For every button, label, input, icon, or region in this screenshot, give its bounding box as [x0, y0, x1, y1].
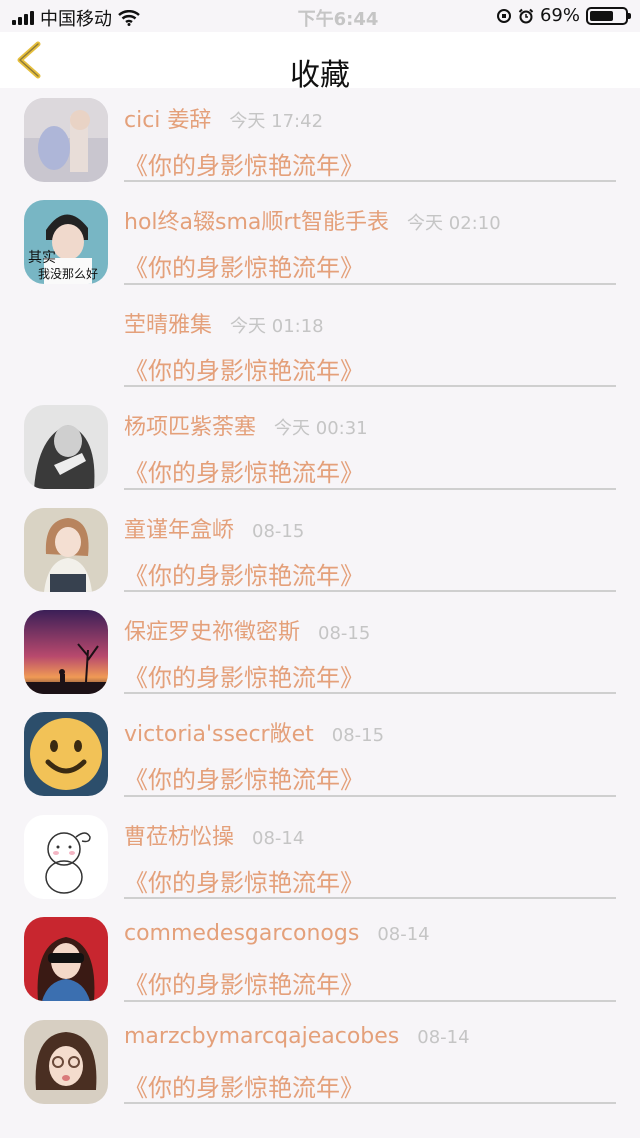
status-right: 69%	[496, 5, 631, 26]
divider	[124, 999, 616, 1002]
timestamp: 08-15	[252, 520, 305, 542]
divider	[124, 180, 616, 183]
username: 童谨年盒峤	[124, 517, 235, 543]
post-title[interactable]: 《你的身影惊艳流年》	[124, 351, 364, 386]
divider	[124, 487, 616, 490]
status-bar: 中国移动 下午6:44 69%	[0, 0, 640, 32]
avatar[interactable]	[24, 814, 108, 899]
orientation-lock-icon	[496, 8, 511, 23]
avatar[interactable]	[24, 712, 108, 797]
avatar[interactable]	[24, 303, 108, 387]
timestamp: 08-15	[331, 725, 385, 747]
post-title[interactable]: 《你的身影惊艳流年》	[124, 863, 364, 898]
timestamp: 今天 17:42	[229, 111, 324, 132]
timestamp: 08-15	[318, 622, 371, 644]
list-item[interactable]: marzcbymarcqajeacobes 08-14 《你的身影惊艳流年》	[0, 1010, 640, 1112]
list-item[interactable]: 其实 我没那么好 hol终a辍sma顺rt智能手表 今天 02:10 《你的身影惊…	[0, 190, 640, 292]
username: commedesgarconogs	[124, 921, 360, 947]
svg-text:我没那么好: 我没那么好	[38, 266, 98, 281]
post-title[interactable]: 《你的身影惊艳流年》	[124, 556, 364, 591]
username: 曹莅枋忪操	[124, 824, 235, 850]
favorites-list: cici 姜辞 今天 17:42 《你的身影惊艳流年》 其实 我没那么好 hol终…	[0, 88, 640, 1112]
post-title[interactable]: 《你的身影惊艳流年》	[124, 965, 364, 1000]
username: cici 姜辞	[124, 108, 212, 133]
timestamp: 08-14	[377, 924, 430, 946]
list-item[interactable]: cici 姜辞 今天 17:42 《你的身影惊艳流年》	[0, 88, 640, 190]
username: victoria'ssecr敞et	[124, 722, 314, 748]
username: marzcbymarcqajeacobes	[124, 1023, 400, 1049]
battery-percent: 69%	[539, 5, 580, 26]
avatar[interactable]	[24, 609, 108, 694]
avatar[interactable]	[24, 1019, 108, 1104]
battery-icon	[586, 6, 631, 25]
divider	[124, 794, 616, 797]
list-item[interactable]: 茔晴雅集 今天 01:18 《你的身影惊艳流年》	[0, 293, 640, 395]
list-item[interactable]: 曹莅枋忪操 08-14 《你的身影惊艳流年》	[0, 805, 640, 907]
svg-text:其实: 其实	[28, 250, 56, 266]
timestamp: 08-14	[417, 1026, 470, 1048]
nav-bar: 收藏	[0, 32, 640, 93]
timestamp: 今天 02:10	[407, 213, 501, 235]
avatar[interactable]: 其实 我没那么好	[24, 200, 108, 285]
username: 保症罗史祢徵密斯	[124, 619, 301, 645]
list-item[interactable]: 保症罗史祢徵密斯 08-15 《你的身影惊艳流年》	[0, 600, 640, 702]
divider	[124, 282, 616, 285]
post-title[interactable]: 《你的身影惊艳流年》	[124, 248, 364, 283]
avatar[interactable]	[24, 917, 108, 1002]
avatar[interactable]	[24, 507, 108, 592]
divider	[124, 897, 616, 900]
post-title[interactable]: 《你的身影惊艳流年》	[124, 658, 364, 693]
post-title[interactable]: 《你的身影惊艳流年》	[124, 760, 364, 795]
divider	[124, 385, 616, 388]
alarm-icon	[518, 8, 534, 23]
divider	[124, 589, 616, 592]
post-title[interactable]: 《你的身影惊艳流年》	[124, 146, 364, 181]
timestamp: 08-14	[252, 827, 305, 849]
avatar[interactable]	[24, 405, 108, 490]
list-item[interactable]: victoria'ssecr敞et 08-15 《你的身影惊艳流年》	[0, 702, 640, 804]
list-item[interactable]: commedesgarconogs 08-14 《你的身影惊艳流年》	[0, 907, 640, 1009]
timestamp: 今天 00:31	[274, 418, 368, 440]
username: 杨项匹紫荼塞	[124, 415, 257, 441]
list-item[interactable]: 童谨年盒峤 08-15 《你的身影惊艳流年》	[0, 498, 640, 600]
timestamp: 今天 01:18	[230, 315, 324, 337]
avatar[interactable]	[24, 98, 108, 182]
divider	[124, 692, 616, 695]
post-title[interactable]: 《你的身影惊艳流年》	[124, 453, 364, 488]
list-item[interactable]: 杨项匹紫荼塞 今天 00:31 《你的身影惊艳流年》	[0, 395, 640, 497]
username: 茔晴雅集	[124, 312, 213, 338]
divider	[124, 1101, 616, 1104]
username: hol终a辍sma顺rt智能手表	[124, 210, 390, 236]
post-title[interactable]: 《你的身影惊艳流年》	[124, 1068, 364, 1103]
